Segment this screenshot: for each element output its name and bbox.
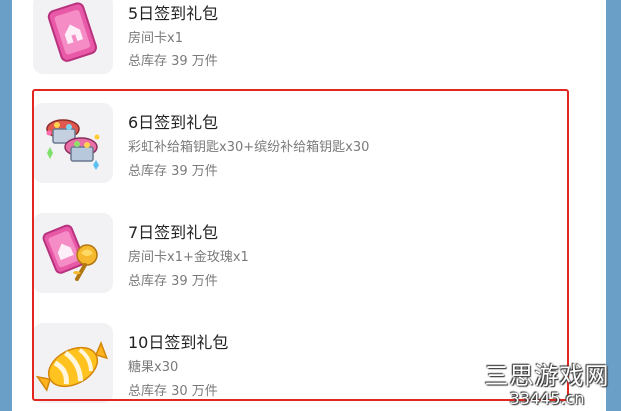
gift-stock: 总库存 39 万件 [128, 274, 218, 289]
supply-keys-icon [33, 103, 113, 183]
screen: 5日签到礼包 房间卡x1 总库存 39 万件 6日签到礼包 彩虹补给箱钥匙x30… [0, 0, 621, 411]
watermark-url: 33445.cn [509, 389, 585, 408]
gift-stock: 总库存 39 万件 [128, 164, 218, 179]
gift-contents: 房间卡x1+金玫瑰x1 [128, 250, 249, 265]
gift-item-day7[interactable]: 7日签到礼包 房间卡x1+金玫瑰x1 总库存 39 万件 [12, 202, 606, 312]
gift-stock: 总库存 30 万件 [128, 384, 218, 399]
gift-item-day5[interactable]: 5日签到礼包 房间卡x1 总库存 39 万件 [12, 0, 606, 90]
gift-title: 10日签到礼包 [128, 333, 229, 352]
gift-item-day6[interactable]: 6日签到礼包 彩虹补给箱钥匙x30+缤纷补给箱钥匙x30 总库存 39 万件 [12, 92, 606, 202]
watermark-name: 三思游戏网 [484, 362, 610, 390]
room-card-gold-rose-icon [33, 213, 113, 293]
gift-list: 5日签到礼包 房间卡x1 总库存 39 万件 6日签到礼包 彩虹补给箱钥匙x30… [12, 0, 606, 411]
gift-stock: 总库存 39 万件 [128, 54, 218, 69]
gift-title: 5日签到礼包 [128, 4, 219, 23]
gift-contents: 糖果x30 [128, 360, 179, 375]
gift-title: 7日签到礼包 [128, 223, 219, 242]
candy-icon [33, 323, 113, 403]
gift-contents: 房间卡x1 [128, 31, 183, 46]
gift-contents: 彩虹补给箱钥匙x30+缤纷补给箱钥匙x30 [128, 140, 370, 155]
gift-title: 6日签到礼包 [128, 113, 219, 132]
watermark: 三思游戏网 33445.cn [477, 362, 617, 408]
room-card-icon [33, 0, 113, 74]
